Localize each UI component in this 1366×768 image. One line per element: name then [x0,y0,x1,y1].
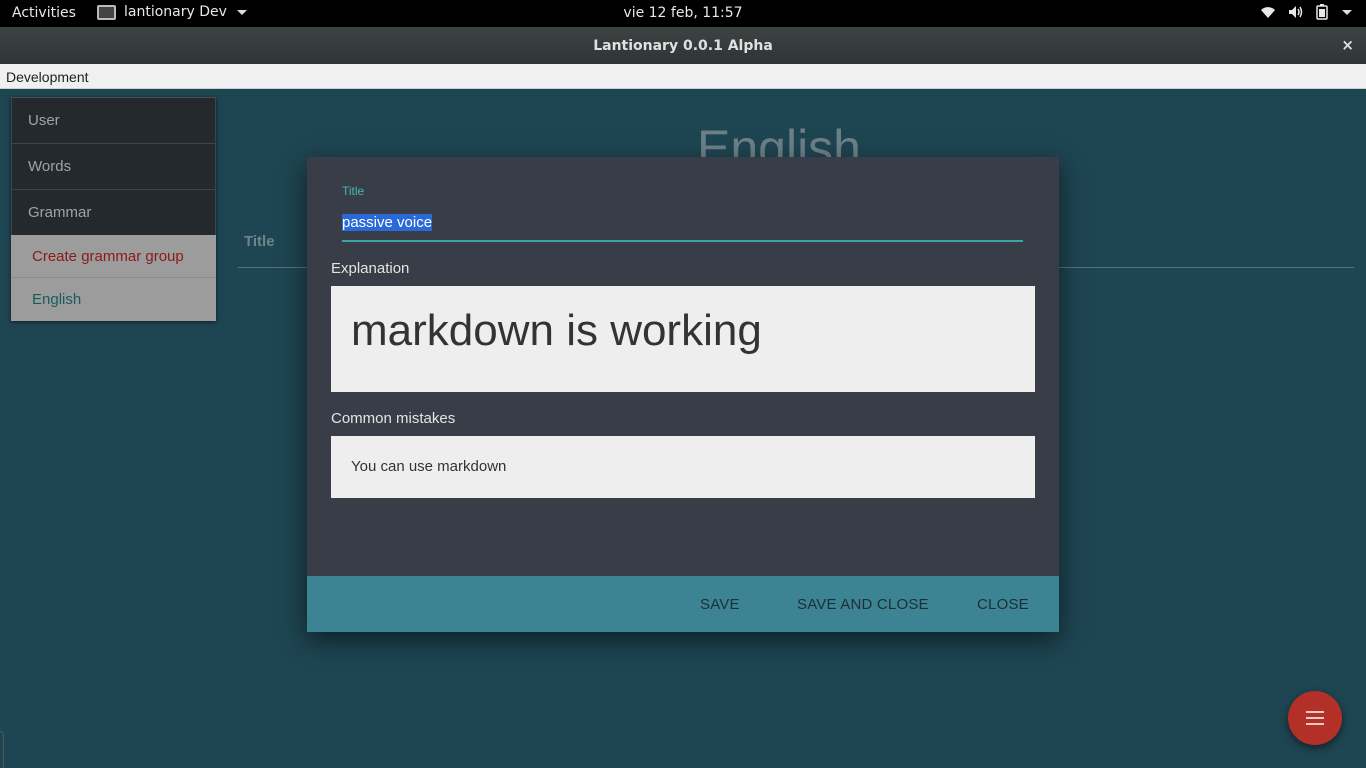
common-mistakes-editor[interactable]: You can use markdown [331,436,1035,498]
save-and-close-button[interactable]: SAVE AND CLOSE [797,596,929,613]
sidebar-subitem-create-grammar-group[interactable]: Create grammar group [11,235,216,278]
explanation-preview: markdown is working [351,306,762,355]
battery-icon [1316,4,1328,20]
clock-label[interactable]: vie 12 feb, 11:57 [623,5,742,21]
menubar: Development [0,64,1366,89]
sidebar: User Words Grammar Create grammar group … [11,97,216,321]
system-menu-caret-icon [1342,9,1352,15]
title-input[interactable]: passive voice [342,207,1023,242]
caret-down-icon [236,9,247,15]
app-window-icon [97,4,116,20]
activities-button[interactable]: Activities [12,5,76,21]
sidebar-item-grammar[interactable]: Grammar [11,189,216,235]
window-close-button[interactable]: × [1341,36,1354,54]
dialog-body: Title passive voice Explanation markdown… [307,157,1059,576]
explanation-label: Explanation [331,260,410,277]
app-menu-label: lantionary Dev [124,4,227,20]
common-mistakes-label: Common mistakes [331,410,456,427]
gnome-top-bar: Activities lantionary Dev vie 12 feb, 11… [0,0,1366,27]
close-button[interactable]: CLOSE [977,596,1029,613]
explanation-editor[interactable]: markdown is working [331,286,1035,392]
menu-fab-button[interactable] [1288,691,1342,745]
window-titlebar: Lantionary 0.0.1 Alpha × [0,27,1366,64]
title-field-label: Title [342,184,365,198]
title-input-value: passive voice [342,214,433,231]
common-mistakes-preview: You can use markdown [351,458,507,475]
save-button[interactable]: SAVE [700,596,740,613]
sidebar-item-user[interactable]: User [11,97,216,143]
app-menu[interactable]: lantionary Dev [97,4,247,20]
menu-icon [1306,711,1324,729]
sidebar-subitem-english[interactable]: English [11,278,216,321]
menu-development[interactable]: Development [6,69,89,85]
hot-corner-edge [0,731,4,768]
wifi-icon [1261,7,1275,18]
volume-icon [1289,6,1303,18]
system-tray[interactable] [1260,4,1352,20]
sidebar-item-words[interactable]: Words [11,143,216,189]
table-column-title[interactable]: Title [244,233,275,250]
dialog-actions: SAVE SAVE AND CLOSE CLOSE [307,576,1059,632]
grammar-edit-dialog: Title passive voice Explanation markdown… [307,157,1059,632]
window-title: Lantionary 0.0.1 Alpha [593,38,773,54]
